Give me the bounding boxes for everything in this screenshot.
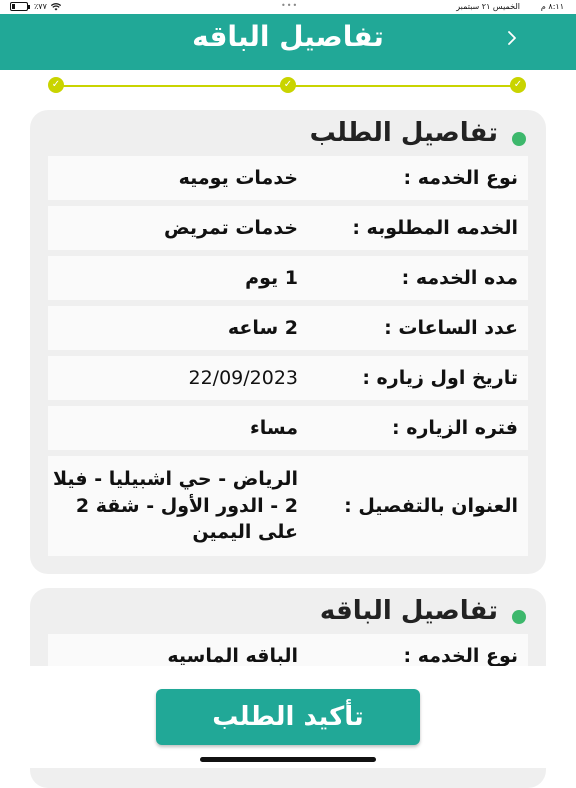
header-bar: تفاصيل الباقه — [0, 14, 576, 70]
row-label: الخدمه المطلوبه : — [352, 217, 518, 239]
row-label: مده الخدمه : — [401, 267, 518, 289]
row-value: الرياض - حي اشبيليا - فيلا 2 - الدور الأ… — [52, 468, 298, 544]
row-value: 1 يوم — [245, 266, 298, 289]
wifi-icon — [50, 2, 61, 10]
status-date: الخميس ٢١ سبتمبر — [456, 2, 520, 11]
step-2-check-icon: ✓ — [280, 77, 296, 93]
multitask-dots-icon: ••• — [281, 1, 299, 10]
row-label: تاريخ اول زياره : — [362, 367, 518, 389]
chevron-right-icon — [508, 31, 516, 45]
package-details-title: تفاصيل الباقه — [319, 596, 498, 626]
status-bar: ٨:١١ م الخميس ٢١ سبتمبر ••• ٪٧٧ — [0, 0, 576, 14]
row-label: عدد الساعات : — [384, 317, 518, 339]
status-time: ٨:١١ م — [540, 2, 564, 11]
confirm-order-button[interactable]: تأكيد الطلب — [156, 689, 420, 745]
battery-icon — [10, 2, 30, 11]
page-title: تفاصيل الباقه — [192, 20, 384, 53]
step-3-check-icon: ✓ — [510, 77, 526, 93]
detail-row-first-visit-date: تاريخ اول زياره : 22/09/2023 — [48, 356, 528, 400]
row-label: نوع الخدمه : — [403, 167, 518, 189]
row-label: فتره الزياره : — [392, 417, 518, 439]
back-button[interactable] — [500, 28, 524, 52]
step-1-check-icon: ✓ — [48, 77, 64, 93]
detail-row-address: العنوان بالتفصيل : الرياض - حي اشبيليا -… — [48, 456, 528, 556]
status-indicators: ٪٧٧ — [10, 2, 61, 11]
row-label: العنوان بالتفصيل : — [344, 495, 518, 517]
section-dot-icon — [512, 132, 526, 146]
detail-row-visit-period: فتره الزياره : مساء — [48, 406, 528, 450]
detail-row-service-type: نوع الخدمه : خدمات يوميه — [48, 156, 528, 200]
home-indicator[interactable] — [200, 757, 376, 762]
detail-row-hours: عدد الساعات : 2 ساعه — [48, 306, 528, 350]
row-value: 22/09/2023 — [188, 366, 298, 389]
detail-row-required-service: الخدمه المطلوبه : خدمات تمريض — [48, 206, 528, 250]
battery-percent: ٪٧٧ — [34, 2, 47, 11]
row-value: خدمات تمريض — [163, 216, 298, 239]
progress-stepper: ✓ ✓ ✓ — [48, 76, 530, 96]
row-label: نوع الخدمه : — [403, 645, 518, 667]
row-value: 2 ساعه — [227, 316, 298, 339]
order-details-title: تفاصيل الطلب — [309, 118, 498, 148]
row-value: مساء — [250, 416, 298, 439]
detail-row-duration: مده الخدمه : 1 يوم — [48, 256, 528, 300]
section-dot-icon — [512, 610, 526, 624]
row-value: خدمات يوميه — [178, 166, 298, 189]
order-details-card: تفاصيل الطلب نوع الخدمه : خدمات يوميه ال… — [30, 110, 546, 574]
